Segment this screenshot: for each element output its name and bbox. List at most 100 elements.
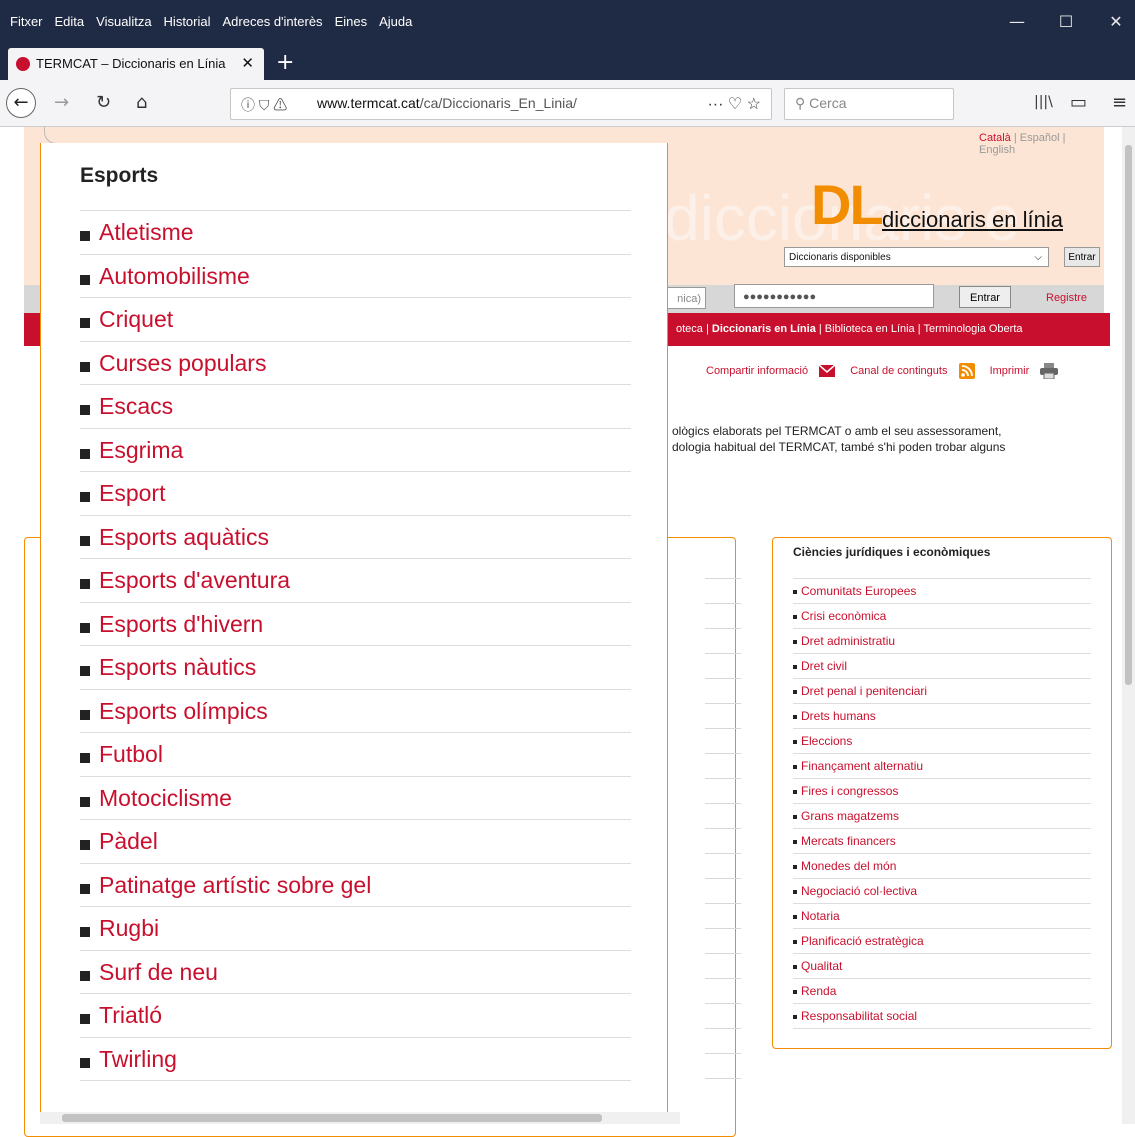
nav-biblioteca-partial[interactable]: oteca | [676, 323, 712, 335]
url-text: www.termcat.cat/ca/Diccionaris_En_Linia/ [317, 95, 577, 111]
share-link[interactable]: Compartir informació [706, 365, 808, 377]
list-item[interactable]: Dret penal i penitenciari [793, 679, 1091, 704]
list-item[interactable]: Esports d'aventura [80, 559, 631, 603]
library-icon[interactable]: |||\ [1034, 94, 1053, 110]
page-actions-icon[interactable]: ··· ♡ ☆ [707, 94, 761, 114]
tab-termcat[interactable]: TERMCAT – Diccionaris en Línia ✕ [8, 48, 264, 80]
vertical-scrollbar[interactable] [1122, 127, 1135, 1124]
url-bar[interactable]: ⓘ ⛉ ⚠ www.termcat.cat/ca/Diccionaris_En_… [230, 88, 772, 120]
list-item[interactable]: Esport [80, 472, 631, 516]
close-tab-icon[interactable]: ✕ [241, 54, 254, 72]
sidebar-icon[interactable]: ▭ [1070, 92, 1087, 113]
print-link[interactable]: Imprimir [990, 365, 1030, 377]
intro-line-1: ològics elaborats pel TERMCAT o amb el s… [672, 424, 1002, 438]
list-item[interactable]: Responsabilitat social [793, 1004, 1091, 1029]
home-button[interactable]: ⌂ [136, 92, 147, 113]
bullet-icon [793, 1014, 797, 1019]
list-item[interactable]: Escacs [80, 385, 631, 429]
printer-icon[interactable] [1040, 363, 1059, 379]
list-item[interactable]: Dret civil [793, 654, 1091, 679]
list-item[interactable]: Curses populars [80, 342, 631, 385]
horizontal-scrollbar[interactable] [40, 1112, 680, 1124]
rss-icon[interactable] [958, 363, 975, 379]
lang-english[interactable]: English [979, 144, 1015, 156]
category-box-legal-economic: Ciències jurídiques i econòmiques Comuni… [772, 537, 1112, 1049]
forward-button[interactable]: → [54, 92, 69, 113]
site-security-icon[interactable]: ⓘ ⛉ ⚠ [241, 95, 287, 115]
close-window-button[interactable]: ✕ [1102, 8, 1130, 36]
bullet-icon [793, 589, 797, 594]
list-item[interactable]: Surf de neu [80, 951, 631, 994]
list-item[interactable]: Patinatge artístic sobre gel [80, 864, 631, 907]
list-item[interactable]: Grans magatzems [793, 804, 1091, 829]
minimize-button[interactable]: — [1003, 8, 1031, 36]
list-item[interactable]: Negociació col·lectiva [793, 879, 1091, 904]
bullet-icon [793, 964, 797, 969]
list-item[interactable]: Drets humans [793, 704, 1091, 729]
nav-other-links[interactable]: | Biblioteca en Línia | Terminologia Obe… [816, 323, 1023, 335]
list-item[interactable]: Atletisme [80, 211, 631, 255]
nav-diccionaris-en-linia[interactable]: Diccionaris en Línia [712, 323, 816, 335]
menu-adreces[interactable]: Adreces d'interès [223, 14, 323, 29]
dl-logo-text[interactable]: diccionaris en línia [882, 207, 1063, 233]
bullet-icon [793, 914, 797, 919]
list-item[interactable]: Motociclisme [80, 777, 631, 820]
list-item[interactable]: Esports olímpics [80, 690, 631, 733]
feed-link[interactable]: Canal de continguts [850, 365, 947, 377]
register-link[interactable]: Registre [1046, 292, 1087, 304]
url-domain: www.termcat.cat [317, 95, 420, 111]
menu-edita[interactable]: Edita [55, 14, 85, 29]
mail-icon[interactable] [819, 365, 836, 377]
list-item[interactable]: Rugbi [80, 907, 631, 951]
bullet-icon [80, 709, 90, 720]
menu-ajuda[interactable]: Ajuda [379, 14, 412, 29]
list-item[interactable]: Monedes del món [793, 854, 1091, 879]
list-item[interactable]: Notaria [793, 904, 1091, 929]
password-field[interactable]: ●●●●●●●●●●● [734, 284, 934, 308]
menu-eines[interactable]: Eines [335, 14, 368, 29]
menu-historial[interactable]: Historial [164, 14, 211, 29]
list-item[interactable]: Futbol [80, 733, 631, 777]
login-button[interactable]: Entrar [959, 286, 1011, 308]
search-input[interactable]: ⚲ Cerca [784, 88, 954, 120]
bullet-icon [80, 274, 90, 285]
lang-espanol[interactable]: Español [1020, 132, 1060, 144]
url-path: /ca/Diccionaris_En_Linia/ [419, 95, 577, 111]
list-item[interactable]: Esports aquàtics [80, 516, 631, 559]
lang-catala[interactable]: Català [979, 132, 1011, 144]
list-item[interactable]: Mercats financers [793, 829, 1091, 854]
new-tab-button[interactable]: + [276, 50, 294, 75]
list-item[interactable]: Comunitats Europees [793, 579, 1091, 604]
list-item[interactable]: Eleccions [793, 729, 1091, 754]
list-item[interactable]: Esports d'hivern [80, 603, 631, 646]
divider [705, 1078, 741, 1079]
list-item[interactable]: Dret administratiu [793, 629, 1091, 654]
list-item[interactable]: Finançament alternatiu [793, 754, 1091, 779]
list-item[interactable]: Fires i congressos [793, 779, 1091, 804]
maximize-button[interactable]: ☐ [1052, 8, 1080, 36]
list-item[interactable]: Crisi econòmica [793, 604, 1091, 629]
scrollbar-thumb[interactable] [62, 1114, 602, 1122]
list-item[interactable]: Esgrima [80, 429, 631, 472]
termcat-favicon-icon [16, 57, 30, 71]
list-item[interactable]: Criquet [80, 298, 631, 342]
back-button[interactable]: ← [6, 88, 36, 118]
list-item[interactable]: Qualitat [793, 954, 1091, 979]
list-item[interactable]: Esports nàutics [80, 646, 631, 690]
list-item[interactable]: Automobilisme [80, 255, 631, 298]
menu-fitxer[interactable]: Fitxer [10, 14, 43, 29]
bullet-icon [793, 714, 797, 719]
reload-button[interactable]: ↻ [96, 92, 111, 113]
dictionary-select[interactable]: Diccionaris disponibles ⌵ [784, 247, 1049, 267]
scrollbar-thumb[interactable] [1125, 145, 1132, 685]
category-title: Ciències jurídiques i econòmiques [793, 545, 991, 559]
dictionary-enter-button[interactable]: Entrar [1064, 247, 1100, 267]
menu-icon[interactable]: ≡ [1112, 92, 1127, 113]
list-item[interactable]: Pàdel [80, 820, 631, 864]
menu-visualitza[interactable]: Visualitza [96, 14, 151, 29]
list-item[interactable]: Planificació estratègica [793, 929, 1091, 954]
list-item[interactable]: Triatló [80, 994, 631, 1038]
list-item[interactable]: Twirling [80, 1038, 631, 1081]
bullet-icon [80, 579, 90, 589]
list-item[interactable]: Renda [793, 979, 1091, 1004]
